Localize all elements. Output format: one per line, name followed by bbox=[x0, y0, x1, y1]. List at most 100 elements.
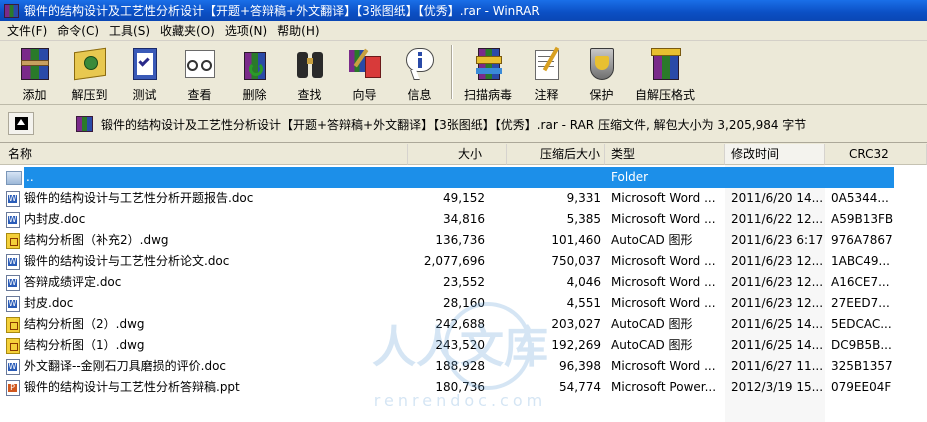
file-name: 封皮.doc bbox=[24, 296, 74, 310]
file-packed-size: 101,460 bbox=[551, 233, 601, 247]
wizard-button[interactable]: 向导 bbox=[337, 41, 392, 103]
winrar-app-icon[interactable] bbox=[4, 3, 19, 18]
file-packed-size: 750,037 bbox=[551, 254, 601, 268]
file-row[interactable]: 锻件的结构设计与工艺性分析开题报告.doc 49,152 9,331 Microsof… bbox=[0, 188, 927, 209]
column-header-modified[interactable]: 修改时间 bbox=[725, 144, 825, 165]
add-button[interactable]: 添加 bbox=[7, 41, 62, 103]
file-row[interactable]: 答辩成绩评定.doc 23,552 4,046 Microsoft Word ... 2… bbox=[0, 272, 927, 293]
file-row[interactable]: 内封皮.doc 34,816 5,385 Microsoft Word ... 2011… bbox=[0, 209, 927, 230]
file-packed-size: 4,046 bbox=[566, 275, 601, 289]
menu-favorites[interactable]: 收藏夹(O) bbox=[155, 22, 220, 40]
protect-shield-icon bbox=[582, 44, 622, 84]
sfx-button[interactable]: 自解压格式 bbox=[629, 41, 701, 103]
file-name-cell: 锻件的结构设计与工艺性分析答辩稿.ppt bbox=[6, 377, 406, 398]
file-modified: 2011/6/25 14... bbox=[731, 338, 824, 352]
file-modified: 2012/3/19 15... bbox=[731, 380, 824, 394]
file-name: .. bbox=[26, 170, 34, 184]
column-header-name[interactable]: 名称 bbox=[0, 144, 408, 165]
file-type: Microsoft Word ... bbox=[611, 254, 716, 268]
menu-bar: 文件(F) 命令(C) 工具(S) 收藏夹(O) 选项(N) 帮助(H) bbox=[0, 21, 927, 41]
file-row[interactable]: 外文翻译--金刚石刀具磨损的评价.doc 188,928 96,398 Microso… bbox=[0, 356, 927, 377]
menu-options[interactable]: 选项(N) bbox=[220, 22, 272, 40]
file-row[interactable]: 锻件的结构设计与工艺性分析答辩稿.ppt 180,736 54,774 Microso… bbox=[0, 377, 927, 398]
column-header-packed[interactable]: 压缩后大小 bbox=[507, 144, 605, 165]
file-crc: 976A7867 bbox=[831, 233, 893, 247]
extract-to-button[interactable]: 解压到 bbox=[62, 41, 117, 103]
view-button[interactable]: 查看 bbox=[172, 41, 227, 103]
file-type: AutoCAD 图形 bbox=[611, 317, 693, 331]
file-type: AutoCAD 图形 bbox=[611, 338, 693, 352]
file-name-cell: 封皮.doc bbox=[6, 293, 406, 314]
up-folder-button[interactable] bbox=[8, 112, 34, 135]
menu-file[interactable]: 文件(F) bbox=[2, 22, 52, 40]
file-name-cell: 外文翻译--金刚石刀具磨损的评价.doc bbox=[6, 356, 406, 377]
archive-add-icon bbox=[15, 44, 55, 84]
toolbar: 添加 解压到 测试 查看 删除 查找 向导 信息 扫描病毒 注释 保护 自解压格… bbox=[0, 41, 927, 105]
file-modified: 2011/6/27 11... bbox=[731, 359, 824, 373]
file-crc: 1ABC49... bbox=[831, 254, 890, 268]
menu-help[interactable]: 帮助(H) bbox=[272, 22, 324, 40]
title-bar: 锻件的结构设计及工艺性分析设计【开题+答辩稿+外文翻译】【3张图纸】【优秀】.r… bbox=[0, 0, 927, 21]
file-modified: 2011/6/23 6:17 bbox=[731, 233, 824, 247]
file-crc: 5EDCAC... bbox=[831, 317, 892, 331]
doc-file-icon bbox=[6, 295, 20, 312]
file-type: AutoCAD 图形 bbox=[611, 233, 693, 247]
column-header-type[interactable]: 类型 bbox=[605, 144, 725, 165]
file-crc: A16CE7... bbox=[831, 275, 890, 289]
comment-button[interactable]: 注释 bbox=[519, 41, 574, 103]
file-row[interactable]: 锻件的结构设计与工艺性分析论文.doc 2,077,696 750,037 Micro… bbox=[0, 251, 927, 272]
find-button[interactable]: 查找 bbox=[282, 41, 337, 103]
comment-icon bbox=[527, 44, 567, 84]
file-crc: 325B1357 bbox=[831, 359, 893, 373]
column-header-size[interactable]: 大小 bbox=[408, 144, 507, 165]
doc-file-icon bbox=[6, 274, 20, 291]
info-button[interactable]: 信息 bbox=[392, 41, 447, 103]
file-crc: 0A5344... bbox=[831, 191, 889, 205]
file-modified: 2011/6/20 14... bbox=[731, 191, 824, 205]
file-size: 242,688 bbox=[435, 317, 485, 331]
file-row[interactable]: 结构分析图（补充2）.dwg 136,736 101,460 AutoCAD 图形 20… bbox=[0, 230, 927, 251]
file-name-cell: 结构分析图（1）.dwg bbox=[6, 335, 406, 356]
up-arrow-icon bbox=[14, 117, 28, 130]
delete-button[interactable]: 删除 bbox=[227, 41, 282, 103]
file-modified: 2011/6/23 12... bbox=[731, 275, 824, 289]
file-packed-size: 4,551 bbox=[566, 296, 601, 310]
parent-folder-row[interactable]: .. Folder bbox=[0, 167, 927, 188]
doc-file-icon bbox=[6, 358, 20, 375]
delete-recycle-icon bbox=[235, 44, 275, 84]
window-title: 锻件的结构设计及工艺性分析设计【开题+答辩稿+外文翻译】【3张图纸】【优秀】.r… bbox=[24, 4, 540, 18]
file-name: 锻件的结构设计与工艺性分析开题报告.doc bbox=[24, 191, 254, 205]
find-binoculars-icon bbox=[290, 44, 330, 84]
column-header-crc[interactable]: CRC32 bbox=[825, 144, 927, 165]
test-button[interactable]: 测试 bbox=[117, 41, 172, 103]
doc-file-icon bbox=[6, 190, 20, 207]
file-row[interactable]: 封皮.doc 28,160 4,551 Microsoft Word ... 2011/… bbox=[0, 293, 927, 314]
file-packed-size: 203,027 bbox=[551, 317, 601, 331]
menu-commands[interactable]: 命令(C) bbox=[52, 22, 104, 40]
doc-file-icon bbox=[6, 253, 20, 270]
file-name: 外文翻译--金刚石刀具磨损的评价.doc bbox=[24, 359, 227, 373]
virus-scan-button[interactable]: 扫描病毒 bbox=[457, 41, 519, 103]
file-list[interactable]: 名称 大小 压缩后大小 类型 修改时间 CRC32 .. Folder 锻件的结构设… bbox=[0, 144, 927, 422]
file-packed-size: 96,398 bbox=[559, 359, 601, 373]
file-row[interactable]: 结构分析图（2）.dwg 242,688 203,027 AutoCAD 图形 2011… bbox=[0, 314, 927, 335]
file-name-cell: 锻件的结构设计与工艺性分析开题报告.doc bbox=[6, 188, 406, 209]
file-crc: 079EE04F bbox=[831, 380, 892, 394]
rar-archive-icon bbox=[76, 116, 93, 132]
file-name: 结构分析图（1）.dwg bbox=[24, 338, 145, 352]
file-modified: 2011/6/23 12... bbox=[731, 296, 824, 310]
file-name-cell: 内封皮.doc bbox=[6, 209, 406, 230]
file-packed-size bbox=[507, 167, 601, 188]
ppt-file-icon bbox=[6, 379, 20, 396]
file-name-cell: 锻件的结构设计与工艺性分析论文.doc bbox=[6, 251, 406, 272]
file-size: 28,160 bbox=[443, 296, 485, 310]
wizard-icon bbox=[345, 44, 385, 84]
protect-button[interactable]: 保护 bbox=[574, 41, 629, 103]
file-row[interactable]: 结构分析图（1）.dwg 243,520 192,269 AutoCAD 图形 2011… bbox=[0, 335, 927, 356]
file-name-cell: 结构分析图（2）.dwg bbox=[6, 314, 406, 335]
menu-tools[interactable]: 工具(S) bbox=[104, 22, 155, 40]
file-modified bbox=[731, 167, 825, 188]
archive-path-field[interactable]: 锻件的结构设计及工艺性分析设计【开题+答辩稿+外文翻译】【3张图纸】【优秀】.r… bbox=[68, 113, 927, 135]
file-size: 180,736 bbox=[435, 380, 485, 394]
doc-file-icon bbox=[6, 211, 20, 228]
